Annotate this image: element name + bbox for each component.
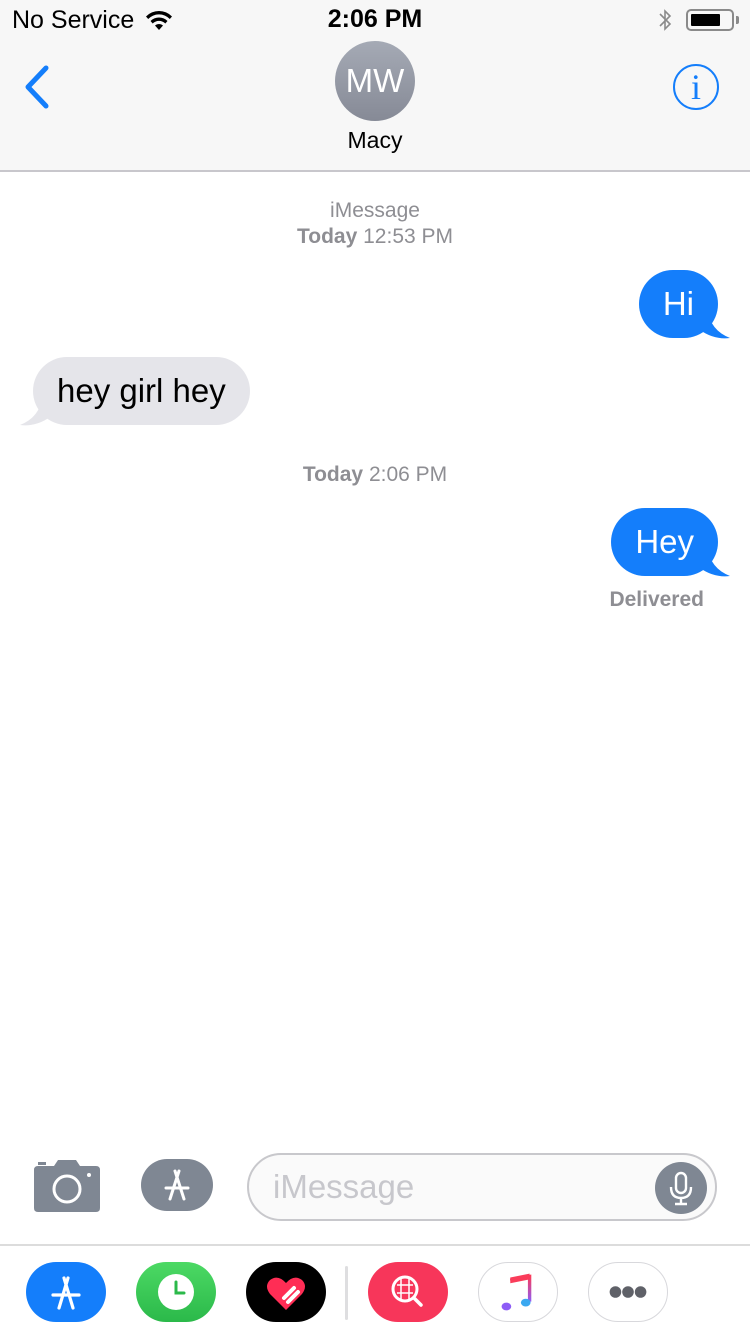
chevron-left-icon[interactable]	[18, 60, 58, 114]
app-drawer-item-images[interactable]	[368, 1262, 448, 1322]
message-input[interactable]	[273, 1163, 653, 1211]
info-icon[interactable]: i	[673, 64, 719, 110]
navigation-header: No Service 2:06 PM MW Macy i	[0, 0, 750, 172]
clock-icon	[158, 1274, 194, 1310]
timestamp-time: 12:53 PM	[363, 225, 454, 248]
battery-tip	[736, 16, 739, 24]
timestamp: Today 2:06 PM	[0, 462, 750, 488]
timestamp-day: Today	[296, 225, 358, 248]
app-drawer-item-music[interactable]	[478, 1262, 558, 1322]
bubble-tail	[20, 397, 50, 426]
camera-icon[interactable]	[34, 1160, 100, 1212]
battery-level	[691, 14, 720, 26]
drawer-divider	[345, 1266, 348, 1320]
music-note-icon	[501, 1273, 532, 1311]
app-drawer-item-digital-touch[interactable]	[246, 1262, 326, 1322]
message-text: Hi	[662, 285, 694, 322]
timestamp-time: 2:06 PM	[368, 463, 448, 486]
status-time: 2:06 PM	[327, 5, 423, 33]
microphone-button[interactable]	[655, 1162, 707, 1214]
bubble-tail	[700, 548, 730, 577]
timestamp: Today 12:53 PM	[0, 224, 750, 250]
app-drawer-item-app-store[interactable]	[26, 1262, 106, 1322]
bluetooth-icon	[659, 9, 672, 31]
heart-icon	[267, 1277, 305, 1310]
globe-search-icon	[391, 1275, 423, 1307]
microphone-icon	[669, 1171, 693, 1206]
app-drawer-item-recents[interactable]	[136, 1262, 216, 1322]
app-drawer	[0, 1244, 750, 1334]
message-bubble-received[interactable]: hey girl hey	[33, 357, 250, 425]
app-store-button[interactable]	[141, 1159, 213, 1211]
app-store-icon	[51, 1276, 81, 1310]
app-store-icon	[164, 1169, 190, 1201]
service-label: iMessage	[330, 199, 420, 222]
bubble-tail	[700, 310, 730, 339]
app-drawer-item-more[interactable]	[588, 1262, 668, 1322]
message-text: hey girl hey	[57, 372, 226, 409]
contact-name[interactable]: Macy	[0, 127, 750, 154]
delivery-status: Delivered	[609, 588, 704, 611]
message-input-field[interactable]	[247, 1153, 717, 1221]
more-icon	[609, 1286, 647, 1298]
status-bar: No Service 2:06 PM	[0, 0, 750, 40]
battery-icon	[686, 9, 734, 31]
message-text: Hey	[635, 523, 694, 560]
timestamp-day: Today	[302, 463, 364, 486]
avatar[interactable]: MW	[335, 41, 415, 121]
